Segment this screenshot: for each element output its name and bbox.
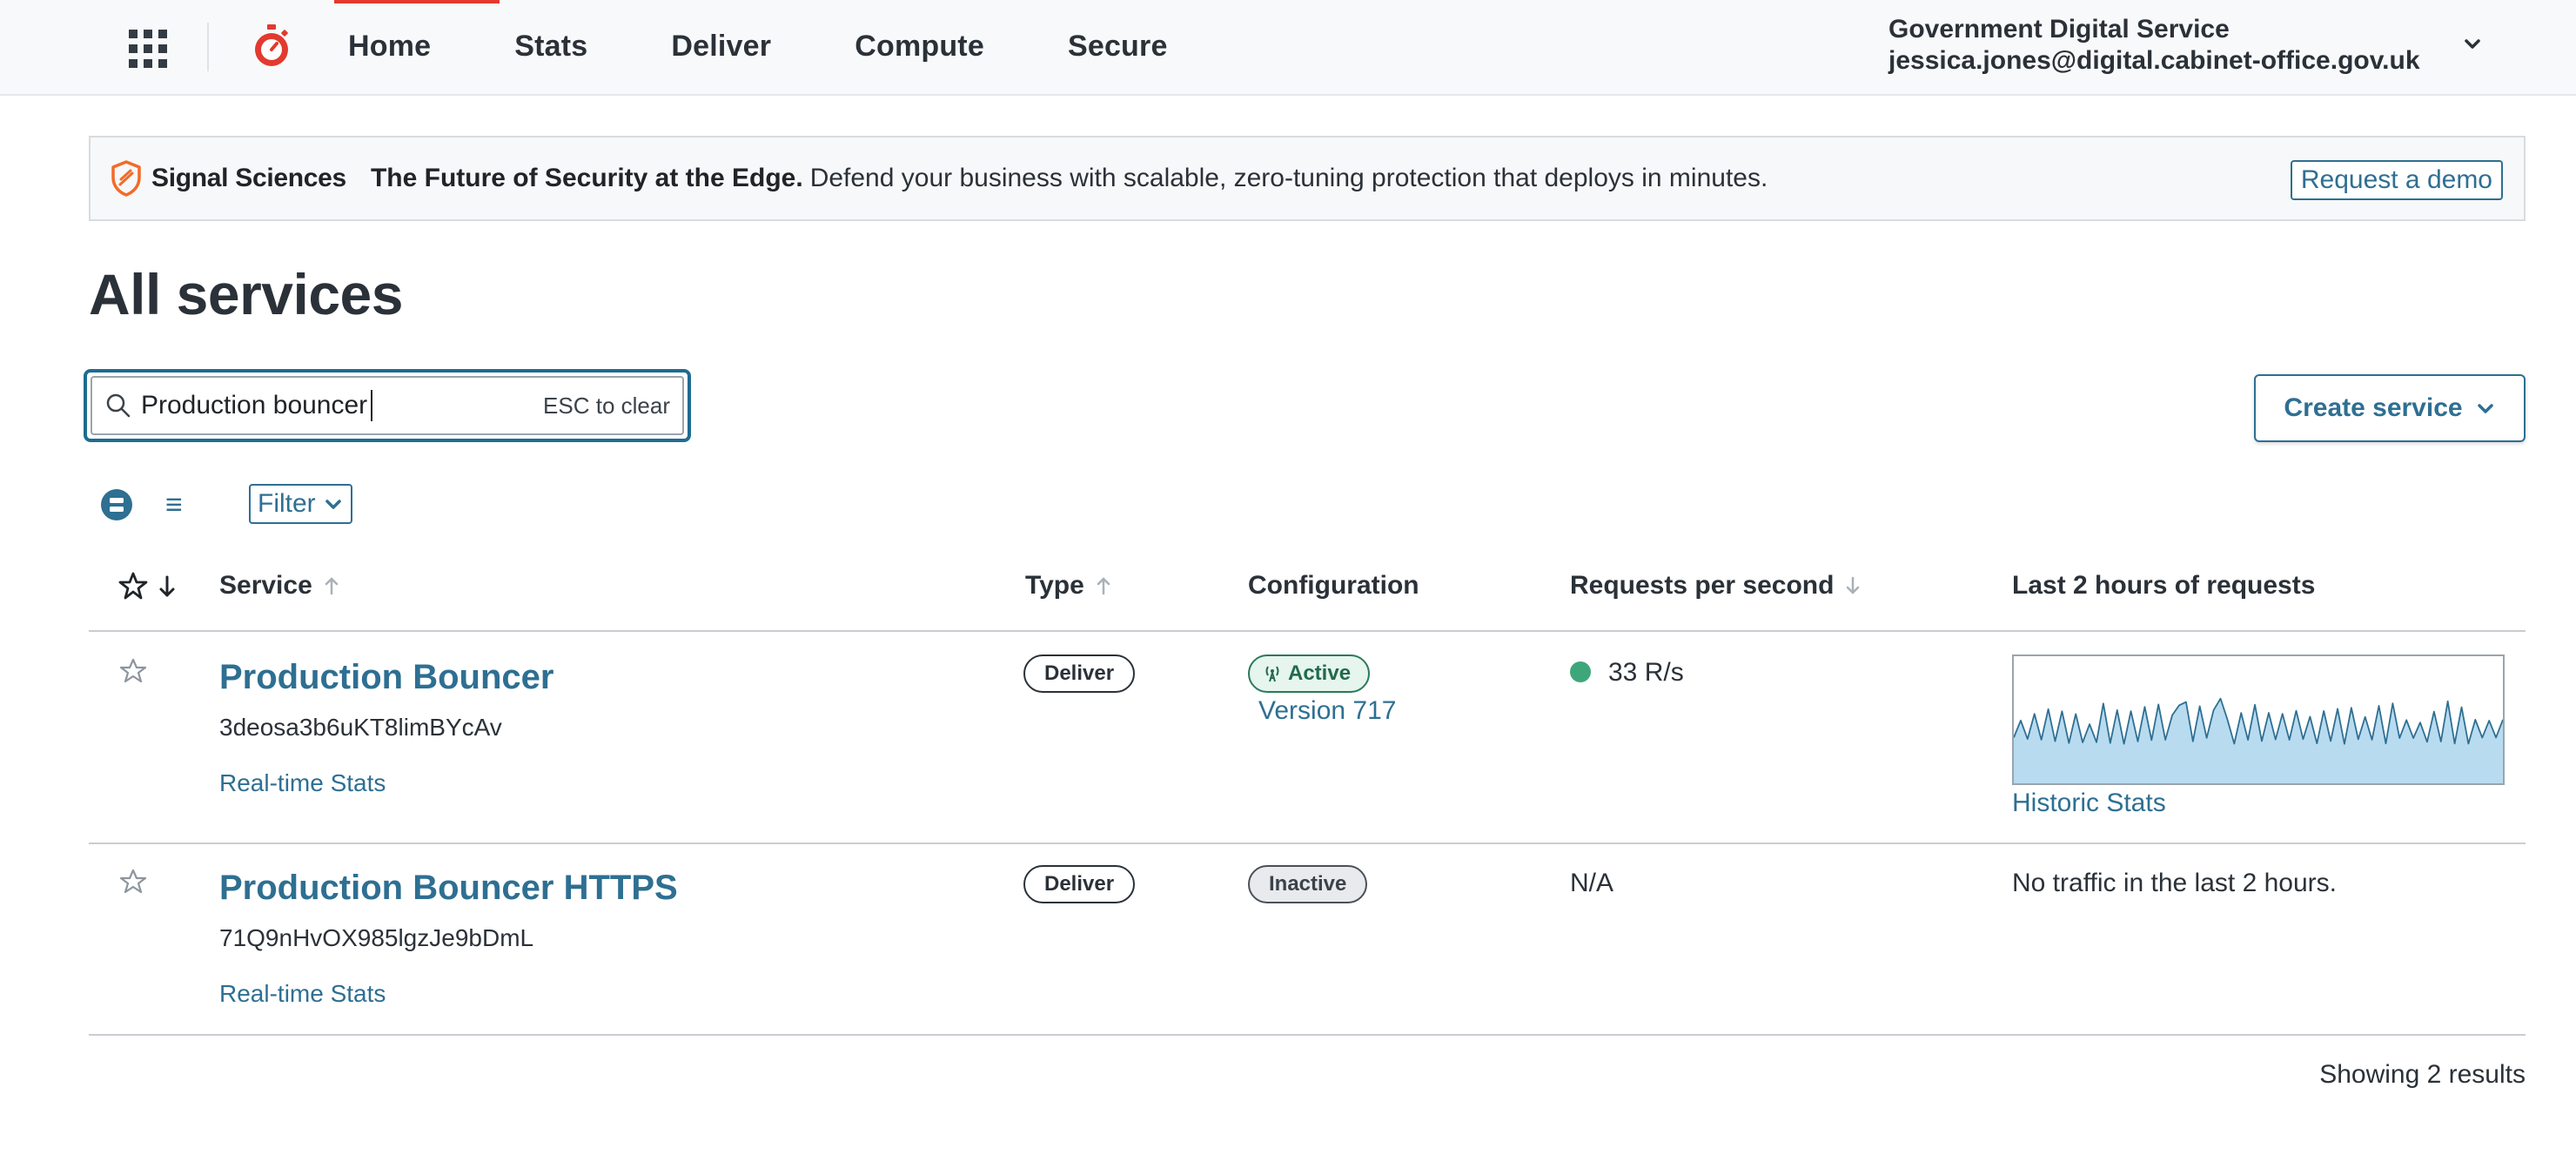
search-input[interactable]	[141, 391, 489, 420]
promo-banner: Signal Sciences The Future of Security a…	[89, 136, 2526, 221]
service-name-link[interactable]: Production Bouncer HTTPS	[219, 869, 678, 908]
column-header-configuration-label: Configuration	[1248, 571, 1419, 600]
search-field[interactable]: ESC to clear	[91, 376, 684, 435]
app-switcher-grid-icon[interactable]	[125, 26, 167, 68]
main-tabs: Home Stats Deliver Compute Secure	[348, 0, 1251, 92]
chevron-down-icon	[325, 500, 341, 509]
type-badge: Deliver	[1023, 654, 1136, 693]
tab-home[interactable]: Home	[348, 30, 431, 64]
service-id: 71Q9nHvOX985lgzJe9bDmL	[219, 924, 534, 951]
filter-label: Filter	[258, 489, 316, 518]
requests-per-second-value: 33 R/s	[1608, 658, 1684, 687]
favorite-star-icon[interactable]	[118, 656, 148, 686]
traffic-status-dot	[1570, 661, 1591, 682]
status-badge-inactive: Inactive	[1248, 865, 1368, 903]
service-id: 3deosa3b6uKT8limBYcAv	[219, 714, 502, 741]
organization-name: Government Digital Service	[1888, 15, 2230, 44]
row-divider	[89, 842, 2526, 844]
chevron-down-icon	[2477, 404, 2493, 413]
signal-sciences-shield-icon	[111, 160, 141, 197]
nav-divider	[207, 23, 209, 71]
stopwatch-logo-icon[interactable]	[249, 23, 294, 70]
column-header-type[interactable]: Type	[1025, 571, 1112, 601]
user-email: jessica.jones@digital.cabinet-office.gov…	[1888, 46, 2420, 75]
sparkline-area	[2014, 698, 2503, 783]
create-service-button[interactable]: Create service	[2254, 374, 2526, 442]
banner-body: Defend your business with scalable, zero…	[809, 164, 1768, 192]
status-badge-label: Active	[1288, 661, 1352, 685]
chevron-down-icon[interactable]	[2459, 31, 2485, 57]
tab-compute[interactable]: Compute	[855, 30, 984, 64]
create-service-label: Create service	[2284, 393, 2463, 422]
card-view-toggle-icon[interactable]	[99, 487, 134, 522]
text-caret	[371, 390, 372, 421]
no-traffic-message: No traffic in the last 2 hours.	[2012, 869, 2337, 897]
real-time-stats-link[interactable]: Real-time Stats	[219, 769, 386, 797]
page-title: All services	[89, 262, 403, 326]
column-header-requests-per-second[interactable]: Requests per second	[1570, 571, 1862, 601]
sort-arrow-up-icon	[325, 577, 339, 595]
tab-stats[interactable]: Stats	[514, 30, 587, 64]
service-name-link[interactable]: Production Bouncer	[219, 658, 553, 697]
banner-brand: Signal Sciences	[151, 164, 346, 192]
historic-stats-link[interactable]: Historic Stats	[2012, 789, 2166, 818]
column-header-service[interactable]: Service	[219, 571, 340, 601]
header-divider	[89, 630, 2526, 632]
sort-arrow-down-icon	[1847, 576, 1860, 594]
broadcast-icon	[1265, 666, 1279, 682]
version-link[interactable]: Version 717	[1258, 696, 1396, 726]
request-demo-button[interactable]: Request a demo	[2290, 160, 2503, 200]
sort-arrow-down-icon[interactable]	[157, 574, 178, 599]
tab-deliver[interactable]: Deliver	[671, 30, 771, 64]
favorite-star-icon[interactable]	[118, 867, 148, 896]
banner-headline: The Future of Security at the Edge.	[370, 164, 803, 192]
results-count: Showing 2 results	[2319, 1060, 2526, 1089]
requests-per-second-value: N/A	[1570, 869, 1614, 897]
account-menu[interactable]: Government Digital Service jessica.jones…	[1888, 14, 2420, 77]
favorites-star-icon[interactable]	[118, 571, 148, 601]
requests-sparkline-chart[interactable]	[2012, 654, 2505, 785]
top-navigation: Home Stats Deliver Compute Secure Govern…	[0, 0, 2576, 96]
search-icon	[106, 393, 131, 418]
sort-arrow-up-icon	[1097, 577, 1110, 595]
column-header-rps-label: Requests per second	[1570, 571, 1835, 600]
esc-to-clear-hint: ESC to clear	[543, 392, 670, 419]
type-badge: Deliver	[1023, 865, 1136, 903]
column-header-service-label: Service	[219, 571, 312, 600]
column-header-last-2-hours: Last 2 hours of requests	[2012, 571, 2315, 601]
tab-secure[interactable]: Secure	[1068, 30, 1168, 64]
column-header-type-label: Type	[1025, 571, 1084, 600]
filter-button[interactable]: Filter	[249, 484, 352, 524]
column-header-configuration: Configuration	[1248, 571, 1419, 601]
column-header-history-label: Last 2 hours of requests	[2012, 571, 2316, 600]
row-divider	[89, 1034, 2526, 1036]
search-box: ESC to clear	[84, 369, 691, 442]
list-view-toggle-icon[interactable]: ≡	[165, 487, 191, 522]
status-badge-active: Active	[1248, 654, 1371, 693]
real-time-stats-link[interactable]: Real-time Stats	[219, 980, 386, 1008]
